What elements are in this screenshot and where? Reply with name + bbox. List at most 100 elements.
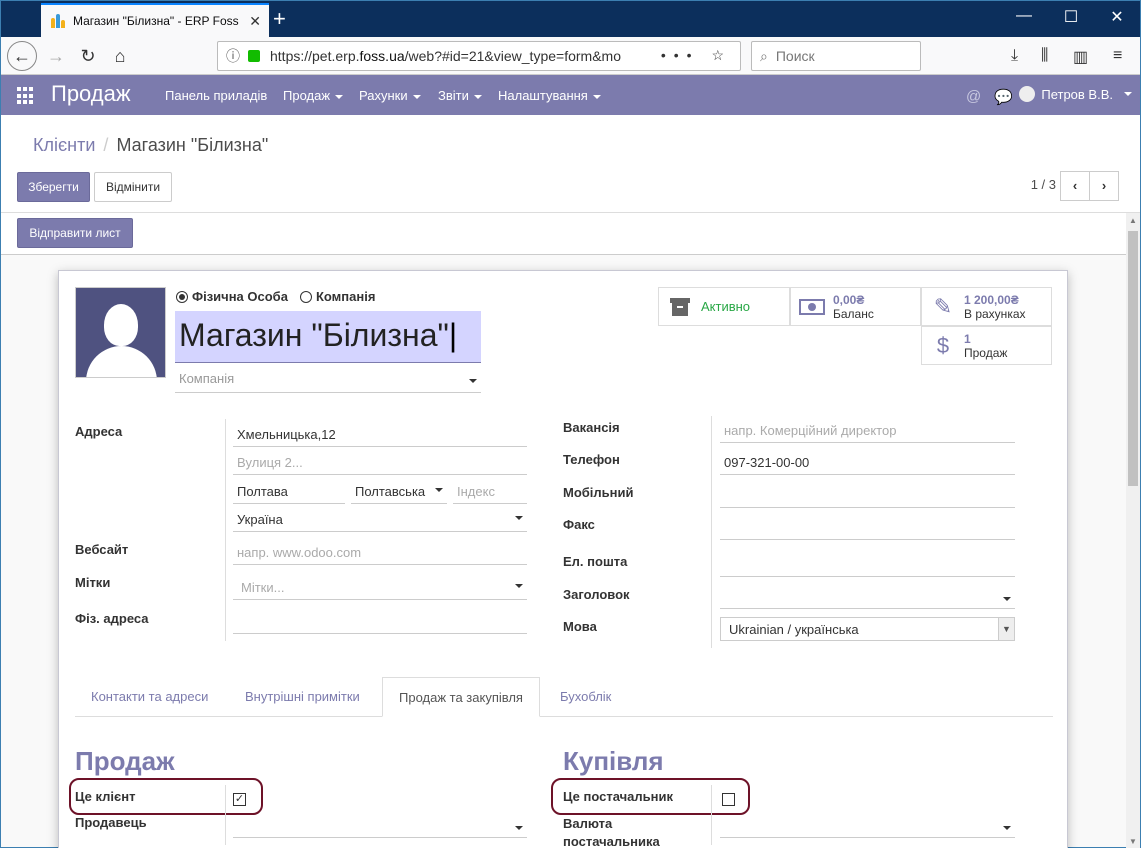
app-top-menu: Продаж Панель приладів Продаж Рахунки Зв… bbox=[1, 75, 1140, 115]
title-select[interactable] bbox=[720, 585, 1015, 609]
country-select[interactable]: Україна bbox=[233, 508, 527, 532]
fax-input[interactable] bbox=[720, 516, 1015, 540]
sales-stat-button[interactable]: $ 1 Продаж bbox=[921, 326, 1052, 365]
minimize-icon[interactable]: — bbox=[1001, 7, 1047, 25]
info-icon[interactable]: ⓘ bbox=[226, 46, 242, 66]
browser-navbar: ← → ↻ ⌂ ⓘ https://pet.erp.foss.ua/web?#i… bbox=[1, 37, 1140, 75]
pager-value: 1 / 3 bbox=[1030, 177, 1056, 192]
phone-label: Телефон bbox=[563, 452, 620, 467]
state-select[interactable]: Полтавська bbox=[351, 480, 447, 504]
supplier-checkbox[interactable] bbox=[722, 793, 735, 806]
invoiced-value: 1 200,00₴ bbox=[964, 292, 1019, 307]
pager-next-icon[interactable]: › bbox=[1089, 171, 1119, 201]
chat-icon[interactable]: 💬 bbox=[994, 88, 1013, 106]
customer-label: Це клієнт bbox=[75, 789, 136, 804]
street2-input[interactable]: Вулиця 2... bbox=[233, 451, 527, 475]
phys-address-label: Фіз. адреса bbox=[75, 611, 149, 626]
email-label: Ел. пошта bbox=[563, 554, 628, 569]
browser-search-input[interactable]: ⌕ Поиск bbox=[751, 41, 921, 71]
supplier-currency-select[interactable] bbox=[720, 814, 1015, 838]
balance-stat-button[interactable]: 0,00₴ Баланс bbox=[790, 287, 921, 326]
balance-value: 0,00₴ bbox=[833, 292, 865, 307]
supplier-label: Це постачальник bbox=[563, 789, 673, 804]
browser-tab[interactable]: Магазин "Білизна" - ERP Foss ✕ bbox=[41, 3, 269, 37]
archive-icon bbox=[667, 297, 693, 317]
invoiced-label: В рахунках bbox=[964, 306, 1026, 321]
user-menu[interactable]: Петров В.В. bbox=[1019, 86, 1132, 102]
tab-contacts[interactable]: Контакти та адреси bbox=[75, 677, 224, 717]
salesperson-select[interactable] bbox=[233, 814, 527, 838]
company-type-radio: Фізична Особа Компанія bbox=[176, 289, 375, 304]
mobile-input[interactable] bbox=[720, 484, 1015, 508]
partner-name-input[interactable]: Магазин "Білизна"| bbox=[175, 311, 481, 363]
url-actions-icon[interactable]: ••• ☆ bbox=[661, 47, 732, 64]
mentions-icon[interactable]: @ bbox=[966, 88, 981, 105]
search-placeholder: Поиск bbox=[775, 48, 815, 64]
new-tab-icon[interactable]: + bbox=[273, 6, 286, 32]
back-arrow-icon[interactable]: ← bbox=[7, 41, 37, 71]
app-brand: Продаж bbox=[51, 81, 131, 106]
apps-grid-icon[interactable] bbox=[17, 87, 35, 105]
menu-reports[interactable]: Звіти bbox=[438, 88, 482, 103]
email-input[interactable] bbox=[720, 553, 1015, 577]
url-text: https://pet.erp.foss.ua/web?#id=21&view_… bbox=[270, 48, 621, 64]
pager-prev-icon[interactable]: ‹ bbox=[1060, 171, 1090, 201]
phone-input[interactable]: 097-321-00-00 bbox=[720, 451, 1015, 475]
zip-input[interactable]: Індекс bbox=[453, 480, 527, 504]
sales-label: Продаж bbox=[964, 345, 1008, 360]
scrollbar-thumb[interactable] bbox=[1128, 231, 1138, 486]
tags-input[interactable]: Мітки... bbox=[233, 576, 527, 600]
tab-close-icon[interactable]: ✕ bbox=[249, 13, 261, 30]
money-icon bbox=[799, 298, 825, 316]
home-icon[interactable]: ⌂ bbox=[107, 43, 133, 69]
url-bar[interactable]: ⓘ https://pet.erp.foss.ua/web?#id=21&vie… bbox=[217, 41, 741, 71]
customer-checkbox[interactable]: ✓ bbox=[233, 793, 246, 806]
maximize-icon[interactable]: ☐ bbox=[1048, 7, 1094, 27]
dollar-icon: $ bbox=[936, 332, 950, 358]
lang-select[interactable]: Ukrainian / українська ▼ bbox=[720, 617, 1015, 641]
chevron-down-icon[interactable]: ▼ bbox=[998, 618, 1014, 640]
fax-label: Факс bbox=[563, 517, 595, 532]
discard-button[interactable]: Відмінити bbox=[94, 172, 172, 202]
forward-arrow-icon[interactable]: → bbox=[43, 43, 69, 69]
odoo-favicon-icon bbox=[51, 14, 67, 28]
tags-label: Мітки bbox=[75, 575, 111, 590]
menu-sales[interactable]: Продаж bbox=[283, 88, 343, 103]
city-input[interactable]: Полтава bbox=[233, 480, 345, 504]
send-mail-button[interactable]: Відправити лист bbox=[17, 218, 133, 248]
save-button[interactable]: Зберегти bbox=[17, 172, 90, 202]
breadcrumb: Клієнти / Магазин "Білизна" bbox=[33, 135, 269, 155]
library-icon[interactable]: ⫼ bbox=[1041, 47, 1048, 65]
reload-icon[interactable]: ↻ bbox=[75, 43, 101, 69]
salesperson-label: Продавець bbox=[75, 815, 147, 830]
breadcrumb-current: Магазин "Білизна" bbox=[116, 135, 269, 155]
download-icon[interactable]: ⤓ bbox=[1011, 47, 1018, 65]
sales-count: 1 bbox=[964, 331, 971, 346]
radio-individual[interactable]: Фізична Особа bbox=[176, 289, 288, 304]
menu-dashboard[interactable]: Панель приладів bbox=[165, 88, 267, 103]
lang-label: Мова bbox=[563, 619, 597, 634]
parent-company-select[interactable]: Компанія bbox=[175, 371, 481, 393]
window-close-icon[interactable]: ✕ bbox=[1094, 7, 1140, 27]
search-icon: ⌕ bbox=[760, 47, 768, 64]
active-toggle-button[interactable]: Активно bbox=[658, 287, 790, 326]
phys-address-input[interactable] bbox=[233, 610, 527, 634]
website-input[interactable]: напр. www.odoo.com bbox=[233, 541, 527, 565]
invoiced-stat-button[interactable]: ✎ 1 200,00₴ В рахунках bbox=[921, 287, 1052, 326]
menu-settings[interactable]: Налаштування bbox=[498, 88, 601, 103]
breadcrumb-parent[interactable]: Клієнти bbox=[33, 135, 95, 155]
tab-sales-purchase[interactable]: Продаж та закупівля bbox=[382, 677, 540, 717]
street-input[interactable]: Хмельницька,12 bbox=[233, 423, 527, 447]
vertical-scrollbar[interactable]: ▲ ▼ bbox=[1126, 213, 1140, 848]
menu-invoices[interactable]: Рахунки bbox=[359, 88, 421, 103]
user-avatar-icon bbox=[1019, 86, 1036, 102]
sidebar-icon[interactable]: ▥ bbox=[1073, 47, 1088, 67]
function-input[interactable]: напр. Комерційний директор bbox=[720, 419, 1015, 443]
partner-avatar[interactable] bbox=[75, 287, 166, 378]
address-label: Адреса bbox=[75, 424, 123, 439]
hamburger-menu-icon[interactable]: ≡ bbox=[1113, 47, 1122, 65]
tab-internal-notes[interactable]: Внутрішні примітки bbox=[229, 677, 376, 717]
pencil-square-icon: ✎ bbox=[933, 293, 953, 319]
radio-company[interactable]: Компанія bbox=[299, 289, 375, 304]
tab-accounting[interactable]: Бухоблік bbox=[544, 677, 627, 717]
